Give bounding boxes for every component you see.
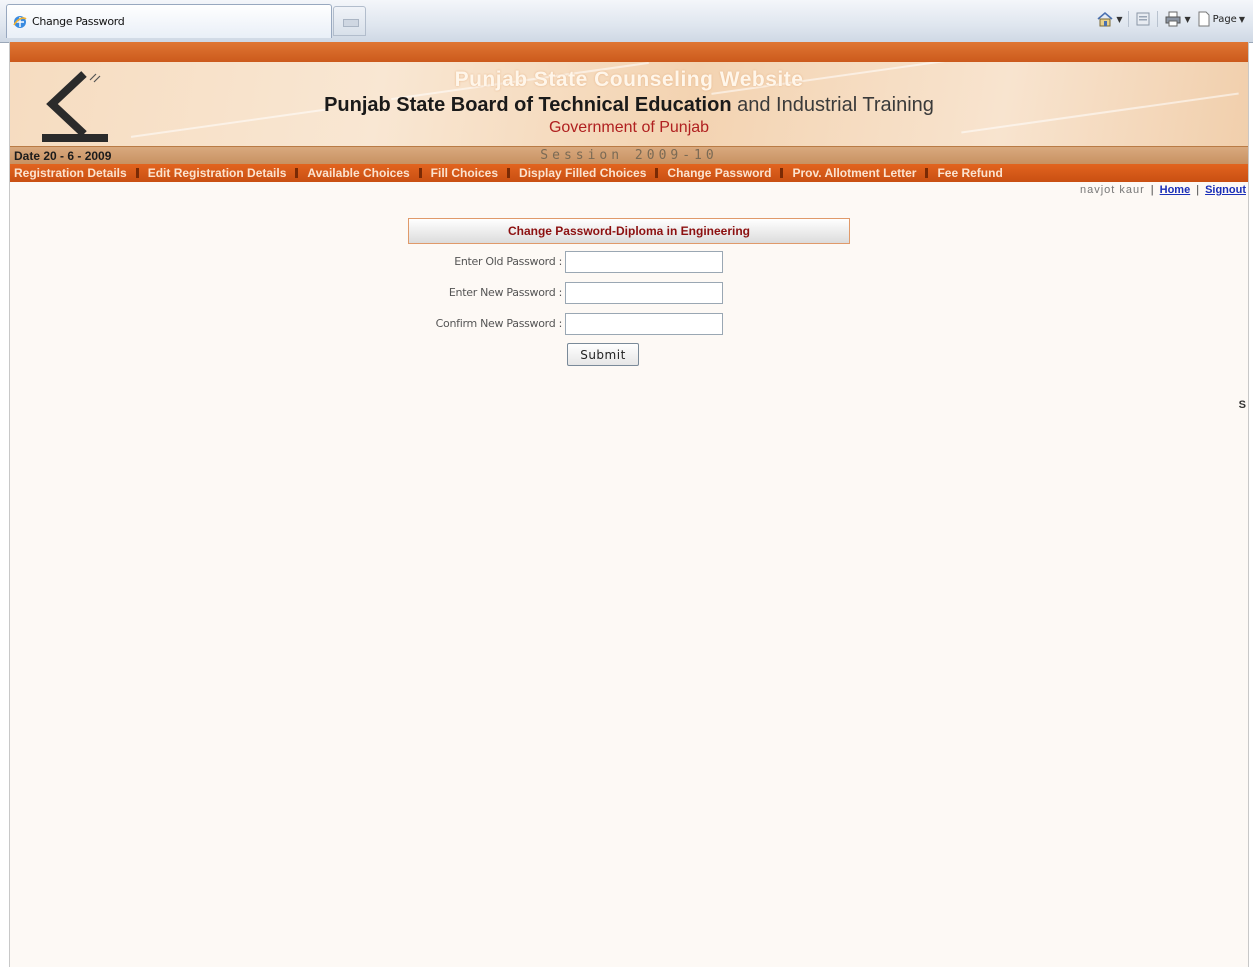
board-title-bold: Punjab State Board of Technical Educatio… [324, 94, 732, 116]
top-orange-strip [10, 42, 1248, 62]
logged-in-user: navjot kaur [1079, 184, 1145, 196]
nav-divider [507, 168, 511, 178]
chevron-down-icon[interactable]: ▼ [1116, 15, 1122, 24]
nav-divider [135, 168, 139, 178]
page-icon [1197, 11, 1211, 27]
tab-title: Change Password [32, 15, 125, 28]
nav-fee-refund[interactable]: Fee Refund [933, 166, 1006, 180]
confirm-password-label: Confirm New Password : [435, 317, 563, 330]
printer-icon [1164, 11, 1182, 27]
form-heading: Change Password-Diploma in Engineering [408, 218, 850, 244]
nav-divider [925, 168, 929, 178]
chevron-down-icon[interactable]: ▼ [1184, 15, 1190, 24]
nav-divider [780, 168, 784, 178]
nav-change-password[interactable]: Change Password [663, 166, 775, 180]
toolbar-divider [1157, 11, 1159, 27]
nav-registration-details[interactable]: Registration Details [10, 166, 131, 180]
stray-text: S [1238, 399, 1246, 411]
toolbar-divider [1128, 11, 1130, 27]
chevron-down-icon: ▼ [1238, 14, 1245, 24]
browser-toolbar: Change Password ▼ ▼ Page ▼ [0, 0, 1253, 43]
old-password-label: Enter Old Password : [454, 255, 562, 268]
feeds-button[interactable] [1135, 11, 1151, 27]
page-menu-button[interactable]: Page ▼ [1197, 11, 1245, 27]
command-bar: ▼ ▼ Page ▼ [1096, 8, 1245, 30]
site-title: Punjab State Counseling Website [454, 68, 804, 91]
link-separator: | [1150, 184, 1154, 196]
site-banner: Punjab State Counseling Website Punjab S… [10, 62, 1248, 146]
old-password-row: Enter Old Password : [408, 250, 850, 276]
print-button[interactable]: ▼ [1164, 11, 1191, 27]
new-password-row: Enter New Password : [408, 281, 850, 307]
browser-tab-active[interactable]: Change Password [6, 4, 332, 38]
date-bar: Date 20 - 6 - 2009 Session 2009-10 [10, 146, 1248, 165]
ie-page-icon [12, 14, 28, 30]
nav-divider [655, 168, 659, 178]
session-label: Session 2009-10 [540, 148, 718, 163]
home-icon [1096, 11, 1114, 27]
nav-available-choices[interactable]: Available Choices [303, 166, 413, 180]
page-menu-label: Page [1212, 13, 1237, 25]
link-separator: | [1196, 184, 1200, 196]
signout-link[interactable]: Signout [1205, 184, 1246, 196]
board-title-rest: and Industrial Training [737, 94, 934, 116]
home-link[interactable]: Home [1160, 184, 1191, 196]
nav-prov-allotment-letter[interactable]: Prov. Allotment Letter [788, 166, 920, 180]
nav-divider [418, 168, 422, 178]
old-password-field[interactable] [565, 251, 723, 273]
nav-display-filled-choices[interactable]: Display Filled Choices [515, 166, 650, 180]
user-links: navjot kaur | Home | Signout [1080, 184, 1246, 196]
confirm-password-row: Confirm New Password : [408, 312, 850, 338]
nav-fill-choices[interactable]: Fill Choices [427, 166, 502, 180]
confirm-password-field[interactable] [565, 313, 723, 335]
main-nav: Registration Details Edit Registration D… [10, 164, 1248, 182]
new-password-label: Enter New Password : [448, 286, 562, 299]
new-password-field[interactable] [565, 282, 723, 304]
nav-divider [295, 168, 299, 178]
home-button[interactable]: ▼ [1096, 11, 1122, 27]
government-title: Government of Punjab [548, 119, 710, 136]
nav-edit-registration-details[interactable]: Edit Registration Details [144, 166, 291, 180]
board-title: Punjab State Board of Technical Educatio… [10, 94, 1248, 117]
feeds-icon [1135, 11, 1151, 27]
page-viewport: Punjab State Counseling Website Punjab S… [9, 42, 1249, 967]
new-tab-button[interactable] [333, 6, 366, 36]
submit-button[interactable]: Submit [567, 343, 639, 366]
